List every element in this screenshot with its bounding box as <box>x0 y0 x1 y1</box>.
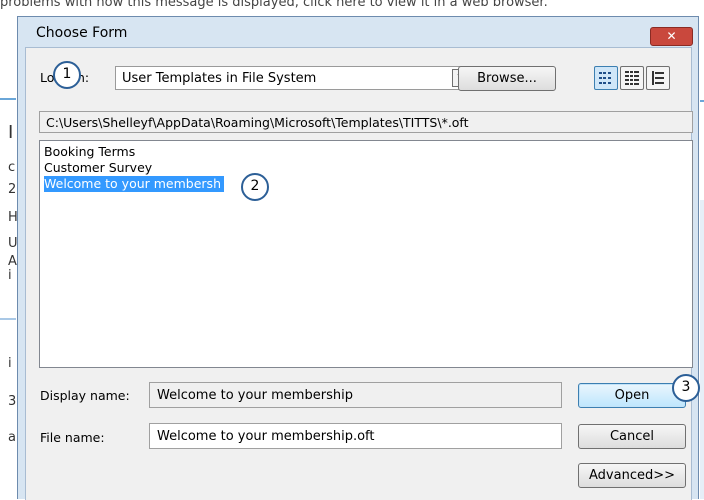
background-fragment: A <box>8 254 17 269</box>
background-fragment: i <box>8 268 12 283</box>
list-item[interactable]: Customer Survey <box>44 160 152 176</box>
background-fragment: 3 <box>8 394 17 409</box>
title-bar[interactable]: Choose Form ✕ <box>18 17 698 47</box>
background-fragment: c <box>8 160 16 175</box>
look-in-value: User Templates in File System <box>122 71 317 86</box>
file-name-label: File name: <box>40 430 105 445</box>
display-name-value: Welcome to your membership <box>157 388 353 403</box>
properties-view-icon <box>652 71 664 85</box>
look-in-dropdown[interactable]: User Templates in File System ▼ <box>115 66 473 90</box>
choose-form-dialog: Choose Form ✕ Look In: User Templates in… <box>17 16 699 500</box>
details-view-button[interactable] <box>620 66 644 90</box>
dialog-title: Choose Form <box>36 25 128 41</box>
background-fragment: 2 <box>8 182 17 197</box>
advanced-button[interactable]: Advanced>> <box>578 463 686 488</box>
callout-2: 2 <box>241 173 269 201</box>
file-name-input[interactable]: Welcome to your membership.oft <box>149 423 562 449</box>
list-item-selected[interactable]: Welcome to your membersh <box>44 176 224 192</box>
dialog-body: Look In: User Templates in File System ▼… <box>25 47 693 500</box>
details-view-icon <box>625 71 639 85</box>
list-view-button[interactable] <box>594 66 618 90</box>
background-divider <box>0 98 16 100</box>
file-name-value: Welcome to your membership.oft <box>157 429 375 444</box>
path-display: C:\Users\Shelleyf\AppData\Roaming\Micros… <box>39 111 693 133</box>
background-banner[interactable]: problems with how this message is displa… <box>0 0 704 15</box>
path-text: C:\Users\Shelleyf\AppData\Roaming\Micros… <box>46 115 469 130</box>
background-divider <box>700 100 704 102</box>
properties-view-button[interactable] <box>646 66 670 90</box>
open-button[interactable]: Open <box>578 383 686 408</box>
display-name-label: Display name: <box>40 388 130 403</box>
background-divider <box>0 318 16 320</box>
close-button[interactable]: ✕ <box>650 27 693 46</box>
cancel-button[interactable]: Cancel <box>578 424 686 449</box>
background-fragment: a <box>8 430 16 445</box>
background-panel-edge <box>700 200 704 499</box>
display-name-field: Welcome to your membership <box>149 382 562 408</box>
list-item[interactable]: Booking Terms <box>44 144 135 160</box>
callout-1: 1 <box>53 61 81 89</box>
close-icon: ✕ <box>666 29 677 43</box>
background-fragment: I <box>8 122 14 143</box>
list-view-icon <box>599 72 611 84</box>
callout-3: 3 <box>672 374 700 402</box>
form-list[interactable]: Booking Terms Customer Survey Welcome to… <box>39 140 693 368</box>
background-fragment: i <box>8 356 12 371</box>
browse-button[interactable]: Browse... <box>458 66 556 91</box>
